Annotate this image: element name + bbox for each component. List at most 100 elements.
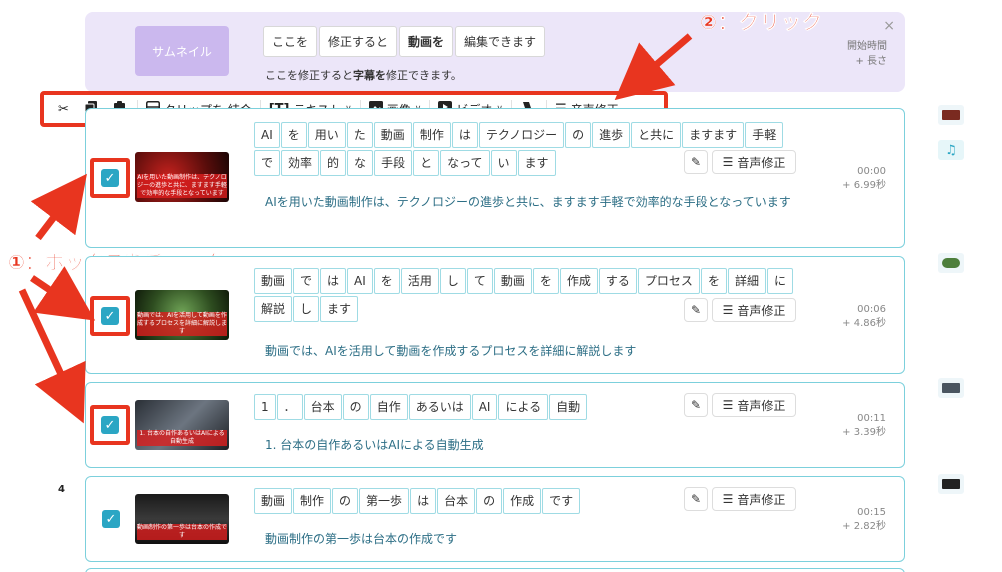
word-token[interactable]: を: [373, 268, 400, 294]
word-token[interactable]: 第一歩: [359, 488, 410, 514]
clip-checkbox[interactable]: ✓: [101, 169, 119, 187]
word-token[interactable]: で: [293, 268, 320, 294]
word-token[interactable]: AI: [471, 394, 498, 420]
edit-button[interactable]: ✎: [684, 393, 708, 417]
word-token[interactable]: て: [466, 268, 493, 294]
rail-thumbnail[interactable]: [938, 474, 964, 494]
cut-button[interactable]: ✂: [52, 96, 79, 122]
word-token[interactable]: し: [439, 268, 466, 294]
word-token[interactable]: ますます: [682, 122, 745, 148]
clip-sentence[interactable]: AIを用いた動画制作は、テクノロジーの進歩と共に、ますます手軽で効率的な手段とな…: [265, 191, 805, 213]
voice-edit-button[interactable]: ☰ 音声修正: [712, 150, 796, 174]
clip-checkbox[interactable]: ✓: [102, 510, 120, 528]
word-token[interactable]: AI: [347, 268, 373, 294]
word-token[interactable]: 制作: [293, 488, 332, 514]
header-token[interactable]: 修正すると: [319, 26, 398, 57]
word-token[interactable]: プロセス: [637, 268, 700, 294]
word-token[interactable]: あるいは: [408, 394, 471, 420]
edit-button[interactable]: ✎: [684, 487, 708, 511]
header-token[interactable]: 編集できます: [455, 26, 546, 57]
word-token[interactable]: する: [598, 268, 637, 294]
word-token[interactable]: 動画: [254, 268, 293, 294]
word-token[interactable]: 解説: [254, 296, 293, 322]
voice-edit-button[interactable]: ☰ 音声修正: [712, 393, 796, 417]
word-token[interactable]: 的: [320, 150, 347, 176]
clip-checkbox[interactable]: ✓: [101, 416, 119, 434]
word-token[interactable]: と: [413, 150, 440, 176]
word-token[interactable]: AI: [254, 122, 280, 148]
word-token[interactable]: 進歩: [592, 122, 631, 148]
clip-thumbnail[interactable]: 動画制作の第一歩は台本の作成です: [135, 494, 229, 544]
header-token[interactable]: 動画を: [399, 26, 454, 57]
word-token[interactable]: し: [293, 296, 320, 322]
row-number: 4: [58, 484, 65, 495]
clip-thumbnail[interactable]: 動画では、AIを活用して動画を作成するプロセスを詳細に解説します: [135, 290, 229, 340]
word-token[interactable]: い: [490, 150, 517, 176]
word-token[interactable]: 制作: [412, 122, 451, 148]
word-token[interactable]: と共に: [631, 122, 682, 148]
clip-sentence[interactable]: 動画制作の第一歩は台本の作成です: [265, 528, 805, 550]
clip-time: 00:15 + 2.82秒: [842, 507, 886, 532]
word-token[interactable]: ます: [517, 150, 556, 176]
word-token[interactable]: の: [332, 488, 359, 514]
edit-button[interactable]: ✎: [684, 298, 708, 322]
word-token[interactable]: 動画: [373, 122, 412, 148]
clip-sentence[interactable]: 1. 台本の自作あるいはAIによる自動生成: [265, 434, 805, 456]
word-token[interactable]: の: [476, 488, 503, 514]
music-note-icon[interactable]: ♫: [938, 140, 964, 160]
word-token[interactable]: による: [498, 394, 549, 420]
close-icon[interactable]: ×: [883, 18, 895, 34]
word-token[interactable]: た: [346, 122, 373, 148]
word-token[interactable]: 台本: [303, 394, 342, 420]
word-token[interactable]: です: [542, 488, 581, 514]
row-number: 3: [58, 390, 65, 401]
clip-time: 00:11 + 3.39秒: [842, 413, 886, 438]
clip-time: 00:00 + 6.99秒: [842, 166, 886, 191]
word-token[interactable]: 用い: [307, 122, 346, 148]
word-token[interactable]: 詳細: [727, 268, 766, 294]
word-token[interactable]: ．: [276, 394, 303, 420]
clip-checkbox[interactable]: ✓: [101, 307, 119, 325]
word-token[interactable]: に: [766, 268, 793, 294]
word-token[interactable]: 作成: [559, 268, 598, 294]
word-token[interactable]: 活用: [400, 268, 439, 294]
word-token[interactable]: は: [451, 122, 478, 148]
thumbnail-header[interactable]: サムネイル: [135, 26, 229, 76]
word-token[interactable]: の: [342, 394, 369, 420]
word-token[interactable]: 作成: [503, 488, 542, 514]
voice-edit-button[interactable]: ☰ 音声修正: [712, 487, 796, 511]
word-token[interactable]: を: [280, 122, 307, 148]
voice-edit-button[interactable]: ☰ 音声修正: [712, 298, 796, 322]
rail-thumbnail[interactable]: [938, 105, 964, 125]
rail-thumbnail[interactable]: [938, 378, 964, 398]
word-token[interactable]: を: [700, 268, 727, 294]
word-token[interactable]: を: [532, 268, 559, 294]
edit-button[interactable]: ✎: [684, 150, 708, 174]
word-token[interactable]: 自作: [369, 394, 408, 420]
word-token[interactable]: は: [320, 268, 347, 294]
word-token[interactable]: の: [565, 122, 592, 148]
word-token[interactable]: 効率: [281, 150, 320, 176]
clip-time: 00:06 + 4.86秒: [842, 304, 886, 329]
clip-thumbnail[interactable]: AIを用いた動画制作は、テクノロジーの進歩と共に、ますます手軽で効率的な手段とな…: [135, 152, 229, 202]
word-token[interactable]: テクノロジー: [478, 122, 565, 148]
header-tokens: ここを 修正すると 動画を 編集できます: [263, 26, 547, 57]
clip-card-5[interactable]: [85, 568, 905, 572]
word-token[interactable]: 動画: [254, 488, 293, 514]
word-token[interactable]: 動画: [493, 268, 532, 294]
rail-thumbnail[interactable]: [938, 253, 964, 273]
word-token[interactable]: 手軽: [745, 122, 784, 148]
word-token[interactable]: なって: [440, 150, 490, 176]
word-token[interactable]: 手段: [374, 150, 413, 176]
clip-thumbnail[interactable]: 1. 台本の自作あるいはAIによる自動生成: [135, 400, 229, 450]
word-token[interactable]: 1: [254, 394, 276, 420]
checkbox-highlight: ✓: [90, 296, 130, 336]
word-token[interactable]: で: [254, 150, 281, 176]
word-token[interactable]: な: [347, 150, 374, 176]
word-token[interactable]: ます: [320, 296, 359, 322]
clip-sentence[interactable]: 動画では、AIを活用して動画を作成するプロセスを詳細に解説します: [265, 340, 805, 362]
word-token[interactable]: 台本: [437, 488, 476, 514]
word-token[interactable]: 自動: [549, 394, 588, 420]
header-token[interactable]: ここを: [263, 26, 318, 57]
word-token[interactable]: は: [410, 488, 437, 514]
